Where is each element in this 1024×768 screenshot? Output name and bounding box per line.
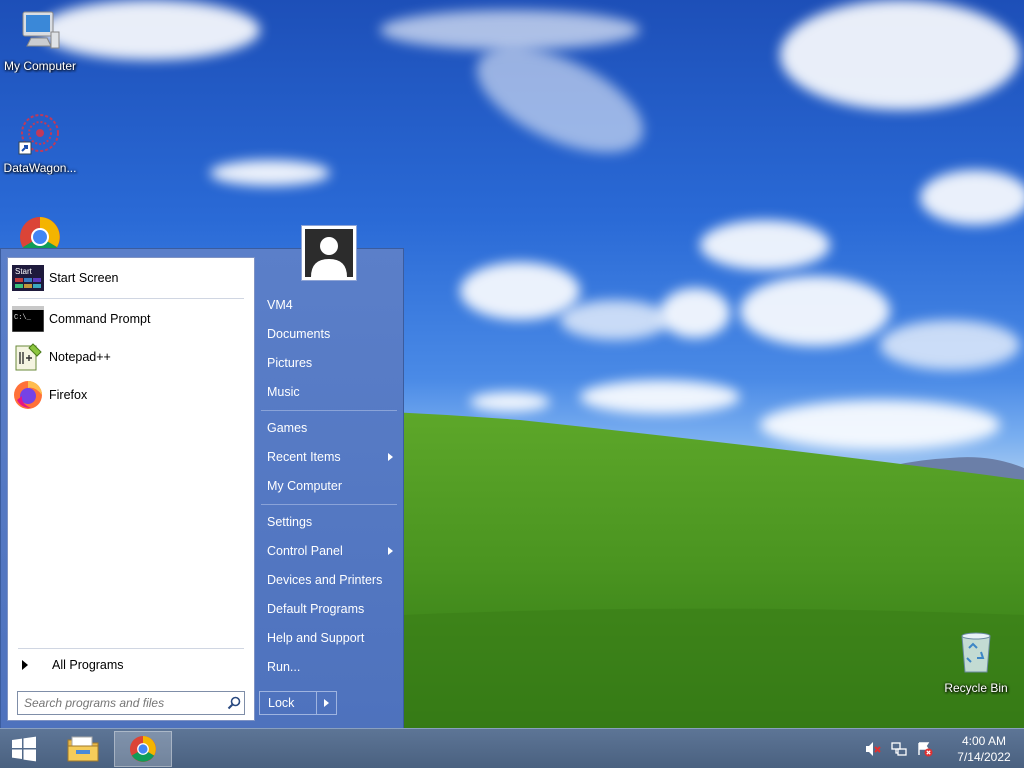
file-explorer-icon: [67, 736, 99, 762]
start-item-control-panel[interactable]: Control Panel: [259, 538, 399, 564]
datawagon-icon: [18, 114, 59, 155]
start-item-label: Pictures: [267, 356, 313, 370]
start-menu: Start Start Screen C:\_ Command Prompt N…: [0, 225, 404, 728]
program-firefox[interactable]: Firefox: [12, 378, 248, 412]
start-item-default-programs[interactable]: Default Programs: [259, 596, 399, 622]
start-item-label: Devices and Printers: [267, 573, 383, 587]
start-item-pictures[interactable]: Pictures: [259, 350, 399, 376]
all-programs-button[interactable]: All Programs: [18, 654, 248, 676]
start-item-vm4[interactable]: VM4: [259, 292, 399, 318]
all-programs-label: All Programs: [52, 658, 124, 672]
start-item-label: Control Panel: [267, 544, 343, 558]
start-item-label: Documents: [267, 327, 331, 341]
program-label: Firefox: [49, 388, 88, 402]
start-screen-icon-text: Start: [15, 267, 33, 276]
start-item-label: Help and Support: [267, 631, 365, 645]
chevron-right-icon: [324, 699, 329, 707]
start-button[interactable]: [4, 733, 44, 765]
clock-date: 7/14/2022: [957, 750, 1011, 764]
start-item-settings[interactable]: Settings: [259, 509, 399, 535]
chrome-icon: [20, 217, 60, 248]
action-center-alert-icon[interactable]: [914, 738, 936, 760]
programs-separator: [18, 298, 244, 299]
search-box: [17, 691, 245, 715]
recycle-bin-icon: [961, 632, 991, 673]
taskbar: 4:00 AM 7/14/2022: [0, 728, 1024, 768]
program-label: Command Prompt: [49, 312, 151, 326]
desktop-icon-label: DataWagon...: [3, 161, 77, 175]
lock-label: Lock: [268, 696, 295, 710]
start-item-label: Music: [267, 385, 300, 399]
start-item-label: Settings: [267, 515, 313, 529]
submenu-arrow-icon: [388, 453, 393, 461]
program-notepadpp[interactable]: Notepad++: [12, 340, 248, 374]
program-command-prompt[interactable]: C:\_ Command Prompt: [12, 302, 248, 336]
shutdown-options-button[interactable]: [316, 692, 336, 714]
start-item-label: Default Programs: [267, 602, 365, 616]
search-input[interactable]: [18, 693, 224, 713]
start-item-help-and-support[interactable]: Help and Support: [259, 625, 399, 651]
network-icon[interactable]: [888, 738, 910, 760]
submenu-arrow-icon: [388, 547, 393, 555]
chrome-icon: [129, 735, 157, 763]
start-item-games[interactable]: Games: [259, 415, 399, 441]
computer-icon: [22, 11, 60, 49]
start-screen-icon: Start: [12, 265, 44, 291]
desktop-icon-label: Recycle Bin: [944, 681, 1008, 695]
start-item-label: Run...: [267, 660, 301, 674]
start-item-music[interactable]: Music: [259, 379, 399, 405]
start-item-run[interactable]: Run...: [259, 654, 399, 680]
clock-time: 4:00 AM: [961, 734, 1007, 748]
notepadpp-icon: [15, 343, 42, 371]
command-prompt-icon: C:\_: [12, 306, 44, 332]
desktop-icon-my-computer[interactable]: My Computer: [0, 8, 80, 73]
taskbar-chrome[interactable]: [114, 731, 172, 767]
volume-muted-icon[interactable]: [862, 738, 884, 760]
start-item-documents[interactable]: Documents: [259, 321, 399, 347]
firefox-icon: [14, 381, 42, 409]
user-avatar-icon: [311, 237, 347, 277]
taskbar-clock[interactable]: 4:00 AM 7/14/2022: [944, 733, 1024, 765]
programs-separator: [18, 648, 244, 649]
windows-logo-icon: [12, 736, 36, 762]
start-item-label: Games: [267, 421, 308, 435]
desktop-icon-datawagon[interactable]: DataWagon...: [0, 110, 80, 175]
start-item-recent-items[interactable]: Recent Items: [259, 444, 399, 470]
start-item-label: VM4: [267, 298, 293, 312]
start-menu-separator: [261, 504, 397, 505]
start-menu-programs-pane: Start Start Screen C:\_ Command Prompt N…: [7, 257, 255, 721]
start-menu-separator: [261, 410, 397, 411]
start-item-label: Recent Items: [267, 450, 341, 464]
search-icon[interactable]: [224, 693, 244, 713]
program-label: Start Screen: [49, 271, 119, 285]
start-item-devices-and-printers[interactable]: Devices and Printers: [259, 567, 399, 593]
start-item-my-computer[interactable]: My Computer: [259, 473, 399, 499]
cmd-icon-text: C:\_: [14, 314, 32, 322]
desktop-icon-recycle-bin[interactable]: Recycle Bin: [936, 630, 1016, 695]
program-start-screen[interactable]: Start Start Screen: [12, 261, 248, 295]
taskbar-file-explorer[interactable]: [54, 731, 112, 767]
chevron-right-icon: [22, 660, 28, 670]
lock-button[interactable]: Lock: [259, 691, 337, 715]
program-label: Notepad++: [49, 350, 111, 364]
system-tray: 4:00 AM 7/14/2022: [860, 729, 1024, 768]
start-item-label: My Computer: [267, 479, 343, 493]
user-account-tile[interactable]: [301, 225, 357, 281]
desktop-icon-label: My Computer: [3, 59, 77, 73]
desktop-icon-chrome[interactable]: [0, 214, 80, 248]
